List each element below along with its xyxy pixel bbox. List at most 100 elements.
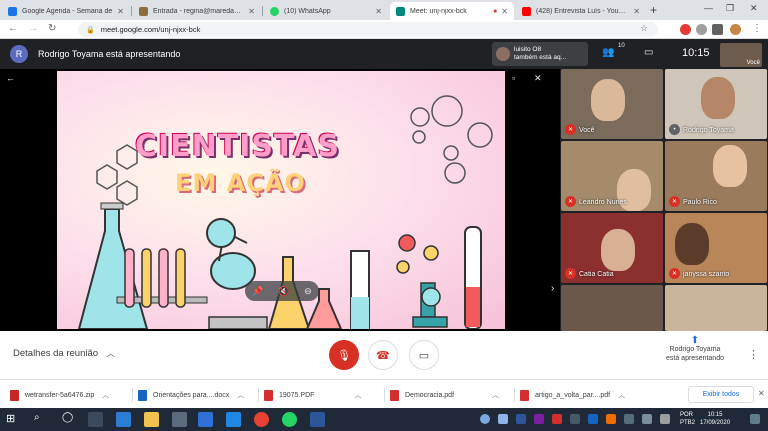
tab-youtube[interactable]: (428) Entrevista Luís - YouTube ✕ [516,2,646,20]
download-item[interactable]: wetransfer-5a6476.zip ︿ [10,386,109,404]
tab-whatsapp[interactable]: (10) WhatsApp ✕ [264,2,388,20]
chevron-right-icon[interactable]: › [551,283,554,294]
chevron-up-icon[interactable]: ︿ [102,390,109,400]
reload-icon[interactable]: ↻ [48,23,56,34]
store-icon[interactable] [172,412,187,427]
mic-toggle-button[interactable]: 🎙 [329,340,359,370]
download-item[interactable]: artigo_a_volta_par....pdf ︿ [520,386,625,404]
chevron-up-icon[interactable]: ︿ [492,390,499,400]
participant-tile[interactable]: ✕ Catia Catia [561,213,663,283]
mail-app-icon[interactable] [198,412,213,427]
chevron-up-icon[interactable]: ︿ [237,390,244,400]
participant-name: Catia Catia [579,271,614,278]
windows-start-icon[interactable]: ⊞ [6,412,21,427]
star-icon[interactable]: ☆ [640,23,648,34]
chevron-up-icon[interactable]: ︿ [618,390,625,400]
participant-video [713,145,747,187]
extension-icon[interactable] [680,24,691,35]
volume-icon[interactable] [642,414,652,424]
edge-icon[interactable] [116,412,131,427]
word-icon[interactable] [310,412,325,427]
minimize-presentation-icon[interactable]: ▫ [512,73,515,83]
forward-icon[interactable]: → [28,23,38,34]
participant-name: janyssa szanto [683,271,730,278]
show-all-downloads-button[interactable]: Exibir todos [688,386,754,403]
tray-icon[interactable] [516,414,526,424]
self-preview[interactable]: Você [720,43,762,67]
leave-call-button[interactable]: ☎ [368,340,398,370]
tab-email-inbox[interactable]: Entrada - regina@maredakido ✕ [133,2,261,20]
tray-icon[interactable] [588,414,598,424]
system-clock[interactable]: 10:15 17/09/2020 [700,411,730,427]
close-window-icon[interactable]: ✕ [750,3,758,14]
search-icon[interactable]: ⌕ [34,412,49,427]
participant-grid: ✕ Você • Rodrigo Toyama ✕ Leandro Nunes … [561,69,768,331]
tray-icon[interactable] [480,414,490,424]
close-icon[interactable]: ✕ [117,7,124,16]
chevron-up-icon[interactable]: ︿ [354,390,361,400]
taskbar-app-icon[interactable] [88,412,103,427]
participant-tile[interactable] [665,285,767,331]
people-icon[interactable]: 👥 [602,47,614,58]
tray-icon[interactable] [570,414,580,424]
mute-icon[interactable]: 🔇 [278,286,289,297]
download-item[interactable]: 19075.PDF ︿ [264,386,361,404]
chrome-icon[interactable] [254,412,269,427]
puzzle-icon[interactable] [712,24,723,35]
camera-toggle-button[interactable]: ▭ [409,340,439,370]
tray-icon[interactable] [498,414,508,424]
pin-icon[interactable]: 📌 [252,286,263,297]
also-presenting-card[interactable]: luisito O8 também está aq... [492,42,588,66]
meeting-details-button[interactable]: Detalhes da reunião ︿ [13,348,115,359]
extension-icon[interactable] [696,24,707,35]
chat-icon[interactable]: ▭ [644,47,653,58]
presenting-status-button[interactable]: ⬆ Rodrigo Toyama está apresentando [650,336,740,363]
battery-icon[interactable] [660,414,670,424]
participant-tile[interactable] [561,285,663,331]
tab-google-agenda[interactable]: Google Agenda - Semana de ✕ [2,2,130,20]
address-bar[interactable]: 🔒 meet.google.com/unj-njxx-bck [78,22,658,37]
participant-tile[interactable]: ✕ Leandro Nunes [561,141,663,211]
new-tab-button[interactable]: + [650,3,657,17]
close-icon[interactable]: ✕ [633,7,640,16]
notifications-icon[interactable] [750,414,760,424]
whatsapp-icon[interactable] [282,412,297,427]
download-filename: wetransfer-5a6476.zip [25,391,95,399]
profile-avatar[interactable] [730,24,741,35]
tray-icon[interactable] [606,414,616,424]
internet-explorer-icon[interactable] [226,412,241,427]
close-icon[interactable]: ✕ [758,389,765,398]
file-explorer-icon[interactable] [144,412,159,427]
minimize-icon[interactable]: — [704,3,713,13]
more-options-icon[interactable]: ⋮ [748,348,759,361]
divider [514,388,515,402]
participant-tile[interactable]: ✕ janyssa szanto [665,213,767,283]
participant-tile[interactable]: ✕ Paulo Rico [665,141,767,211]
tray-icon[interactable] [552,414,562,424]
task-view-icon[interactable]: ◯ [62,412,77,427]
menu-dots-icon[interactable]: ⋮ [752,23,762,34]
mic-off-icon: ✕ [565,124,576,135]
calendar-icon [8,6,17,16]
close-icon[interactable]: ✕ [501,7,508,16]
input-language[interactable]: POR PTB2 [680,411,695,427]
download-filename: artigo_a_volta_par....pdf [535,391,611,399]
participant-tile[interactable]: • Rodrigo Toyama [665,69,767,139]
close-icon[interactable]: ✕ [248,7,255,16]
wifi-icon[interactable] [624,414,634,424]
system-date: 17/09/2020 [700,420,731,426]
tray-icon[interactable] [534,414,544,424]
close-icon[interactable]: ✕ [375,7,382,16]
participant-name: Você [579,127,595,134]
download-filename: Democracia.pdf [405,391,455,399]
remove-icon[interactable]: ⊖ [304,286,312,297]
participant-tile[interactable]: ✕ Você [561,69,663,139]
download-item[interactable]: Orientações para....docx ︿ [138,386,244,404]
maximize-icon[interactable]: ❐ [726,3,734,14]
tab-meet[interactable]: Meet: unj-njxx-bck ● ✕ [390,2,514,20]
back-icon[interactable]: ← [8,23,18,34]
close-presentation-icon[interactable]: ✕ [534,73,542,84]
present-screen-icon: ⬆ [690,335,700,346]
download-item[interactable]: Democracia.pdf ︿ [390,386,499,404]
arrow-left-icon[interactable]: ← [6,73,15,83]
